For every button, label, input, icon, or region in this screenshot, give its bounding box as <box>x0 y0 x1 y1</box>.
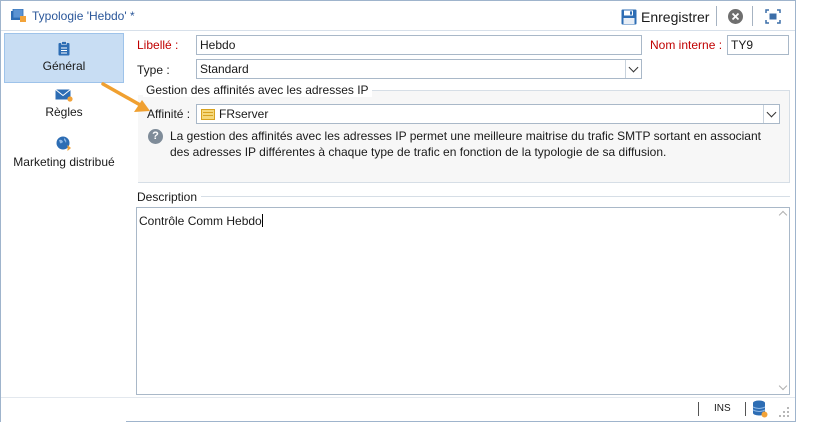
description-label: Description <box>137 190 198 204</box>
description-divider <box>201 196 790 197</box>
help-icon: ? <box>148 129 163 144</box>
libelle-label: Libellé : <box>137 38 179 52</box>
sidebar-item-general[interactable]: Général <box>4 33 124 83</box>
save-label: Enregistrer <box>641 9 710 25</box>
sidebar-item-label: Marketing distribué <box>13 155 115 169</box>
status-separator <box>698 402 699 416</box>
sidebar-item-marketing-distribue[interactable]: Marketing distribué <box>4 134 124 174</box>
scroll-up-icon[interactable] <box>778 210 788 220</box>
sidebar-item-label: Règles <box>45 105 83 119</box>
maximize-icon[interactable] <box>765 9 781 24</box>
database-icon <box>752 400 768 418</box>
ip-affinity-help-text: La gestion des affinités avec les adress… <box>170 129 761 159</box>
toolbar-separator <box>716 6 717 26</box>
nom-interne-input[interactable]: TY9 <box>727 35 789 55</box>
description-text-line: Contrôle Comm Hebdo <box>139 214 263 228</box>
affinite-select-value: FRserver <box>219 107 269 121</box>
insert-mode-indicator: INS <box>714 403 731 414</box>
clipboard-icon <box>58 41 70 56</box>
chevron-down-icon[interactable] <box>625 60 641 78</box>
list-icon <box>201 109 215 120</box>
text-caret <box>261 214 263 227</box>
toolbar-separator <box>752 6 753 26</box>
resize-grip-icon[interactable] <box>778 406 790 418</box>
annotation-arrow-icon <box>101 82 150 112</box>
save-button[interactable]: Enregistrer <box>618 6 712 28</box>
globe-icon <box>56 136 71 151</box>
close-icon[interactable] <box>728 9 743 24</box>
type-select-value: Standard <box>200 62 249 76</box>
scroll-down-icon[interactable] <box>778 381 788 391</box>
typology-icon <box>11 9 26 22</box>
libelle-input[interactable]: Hebdo <box>196 35 642 55</box>
description-textarea[interactable]: Contrôle Comm Hebdo <box>136 207 790 395</box>
chevron-down-icon[interactable] <box>763 105 779 123</box>
nom-interne-label: Nom interne : <box>650 38 723 52</box>
affinite-select[interactable]: FRserver <box>196 104 780 124</box>
window-title: Typologie 'Hebdo' * <box>32 9 135 23</box>
type-label: Type : <box>137 63 170 77</box>
status-separator <box>745 402 746 416</box>
cross-icon <box>731 12 740 21</box>
sidebar-item-label: Général <box>42 59 86 73</box>
floppy-disk-icon <box>621 9 637 25</box>
title-bar: Typologie 'Hebdo' * Enregistrer <box>1 1 795 31</box>
type-select[interactable]: Standard <box>196 59 642 79</box>
ip-affinity-group-title: Gestion des affinités avec les adresses … <box>143 83 372 97</box>
status-bar: INS <box>1 397 795 421</box>
typology-window: Typologie 'Hebdo' * Enregistrer Général … <box>0 0 796 423</box>
description-value: Contrôle Comm Hebdo <box>139 214 262 228</box>
envelope-icon <box>55 89 73 102</box>
